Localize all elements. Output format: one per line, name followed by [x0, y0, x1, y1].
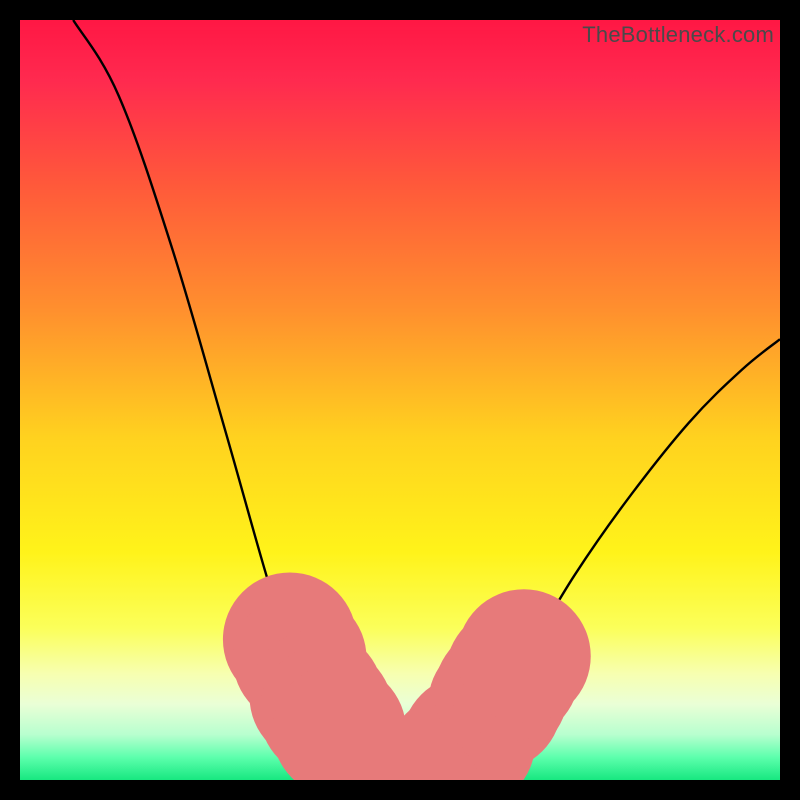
- chart-svg: [20, 20, 780, 780]
- chart-frame: TheBottleneck.com: [0, 0, 800, 800]
- bottleneck-curve: [73, 20, 780, 780]
- marker-dot: [457, 589, 591, 723]
- plot-area: TheBottleneck.com: [20, 20, 780, 780]
- watermark-text: TheBottleneck.com: [582, 22, 774, 48]
